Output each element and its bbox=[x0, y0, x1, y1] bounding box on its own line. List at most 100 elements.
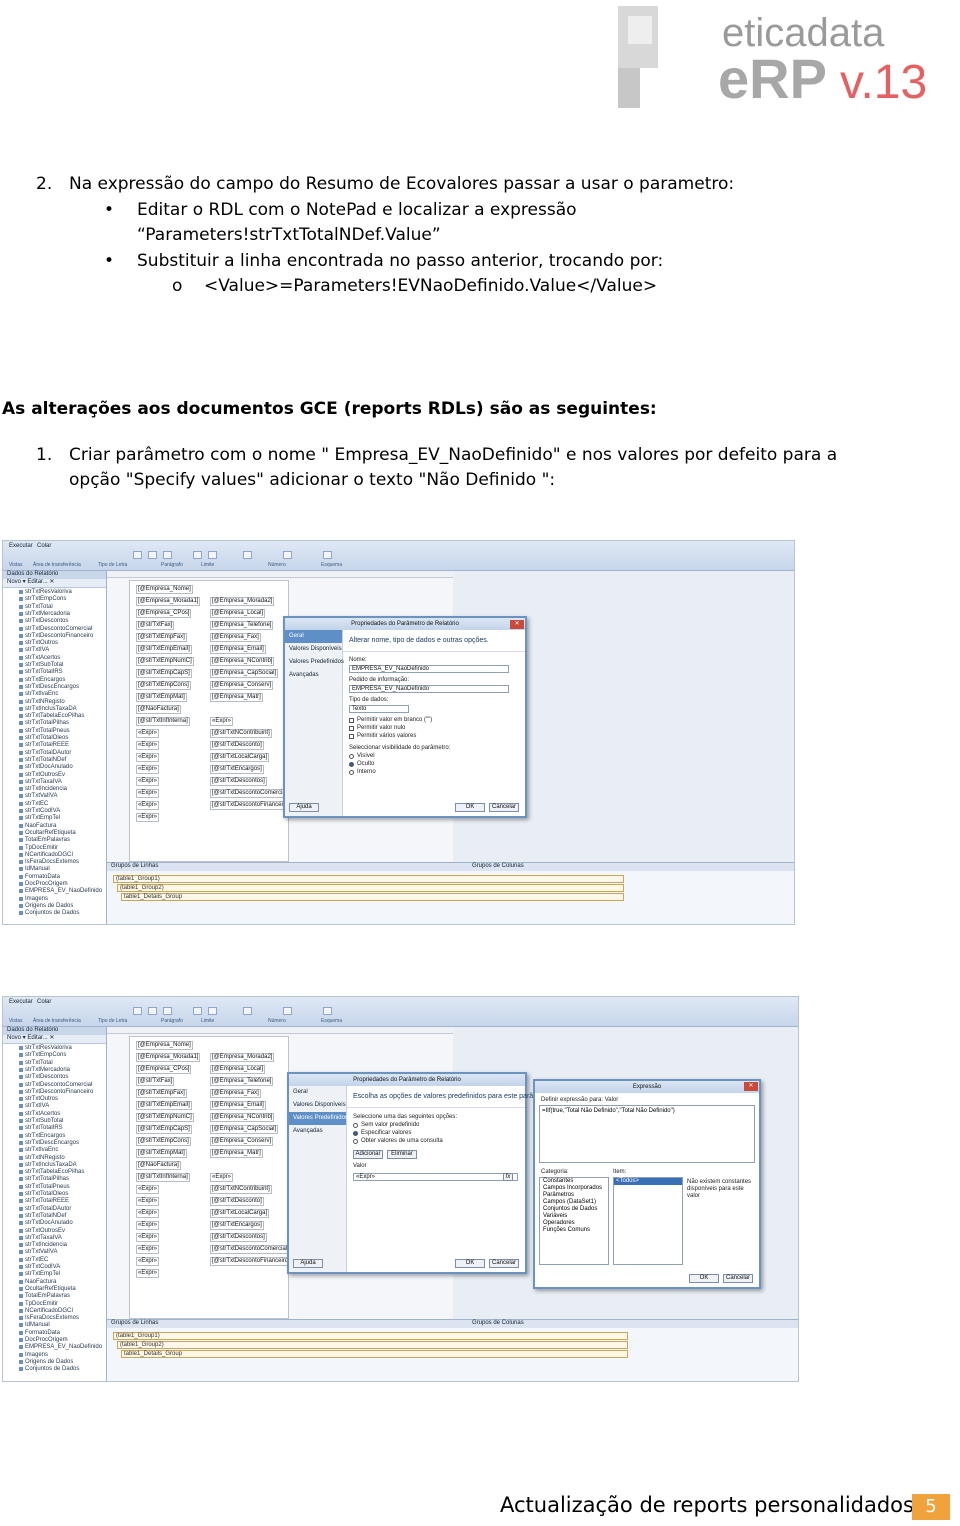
field-item[interactable]: IsFeraDocsExtemos bbox=[18, 859, 79, 866]
design-field[interactable]: [@strTxtNContribuint] bbox=[210, 1185, 272, 1194]
visible-radio[interactable] bbox=[349, 754, 354, 759]
design-field[interactable]: «Expr» bbox=[136, 777, 160, 786]
field-item[interactable]: strTxtTaxaIVA bbox=[19, 1235, 62, 1242]
design-field[interactable]: [@Empresa_CPos] bbox=[136, 1065, 192, 1074]
field-item[interactable]: strTxtSubTotal bbox=[18, 662, 63, 669]
field-item[interactable]: strTxtTabelaEcoPilhas bbox=[18, 1169, 84, 1176]
field-item[interactable]: strTxtEC bbox=[18, 1257, 48, 1264]
item-selected[interactable]: <Todos> bbox=[614, 1178, 682, 1185]
ribbon-button[interactable] bbox=[323, 1007, 332, 1015]
category-item[interactable]: Constantes bbox=[540, 1178, 608, 1185]
design-field[interactable]: [@strTxtFax] bbox=[136, 1077, 175, 1086]
field-item[interactable]: strTxtIncidencia bbox=[18, 786, 67, 793]
design-field[interactable]: «Expr» bbox=[136, 1221, 160, 1230]
field-item[interactable]: strTxtNRegisto bbox=[19, 699, 65, 706]
field-item[interactable]: TpDocEmitir bbox=[18, 1301, 58, 1308]
design-field[interactable]: [@strTxtEmpCons] bbox=[136, 681, 191, 690]
report-data-toolbar[interactable]: Novo ▾ Editar... ✕ bbox=[3, 1035, 106, 1044]
design-field[interactable]: [@strTxtEmpCapS] bbox=[136, 1125, 192, 1134]
field-item[interactable]: strTxtEncargos bbox=[18, 1133, 65, 1140]
ribbon-button[interactable] bbox=[163, 1007, 172, 1015]
field-item[interactable]: strTxtTotal bbox=[19, 604, 53, 611]
field-item[interactable]: strTxtDescEncargos bbox=[18, 684, 79, 691]
field-item[interactable]: FormatoData bbox=[18, 874, 60, 881]
field-item[interactable]: strTxtTaxaIVA bbox=[19, 779, 62, 786]
field-item[interactable]: NaoFactura bbox=[18, 1279, 56, 1286]
design-field[interactable]: «Expr» bbox=[136, 1233, 160, 1242]
design-field[interactable]: [@Empresa_Email] bbox=[210, 1101, 266, 1110]
field-item[interactable]: NCertificadoDGCI bbox=[18, 1308, 73, 1315]
ribbon-button[interactable] bbox=[208, 1007, 217, 1015]
ribbon-tab-executar[interactable]: Executar bbox=[9, 999, 33, 1006]
field-item[interactable]: strTxtTotalOleos bbox=[18, 1191, 68, 1198]
category-item[interactable]: Campos Incorporados bbox=[540, 1185, 608, 1192]
field-item[interactable]: strTxtOutrosEv bbox=[18, 772, 65, 779]
field-item[interactable]: EMPRESA_EV_NaoDefinido bbox=[18, 888, 102, 895]
design-field[interactable]: [@strTxtLocalCarga] bbox=[210, 753, 270, 762]
field-item[interactable]: DocProcOrigem bbox=[19, 1337, 68, 1344]
field-item[interactable]: strTxtTotalPilhas bbox=[18, 720, 69, 727]
remove-button[interactable]: Eliminar bbox=[387, 1150, 417, 1159]
design-field[interactable]: [@strTxtDesconto] bbox=[210, 1197, 264, 1206]
design-field[interactable]: [@Empresa_NContrib] bbox=[210, 1113, 275, 1122]
field-item[interactable]: strTxtDescontoComercial bbox=[18, 626, 92, 633]
design-field[interactable]: [@strTxtFax] bbox=[136, 621, 175, 630]
ribbon-tab-executar[interactable]: Executar bbox=[9, 543, 33, 550]
field-item[interactable]: strTxtEncargos bbox=[18, 677, 65, 684]
type-select[interactable]: Texto bbox=[349, 705, 409, 713]
field-item[interactable]: strTxtIVA bbox=[18, 647, 49, 654]
design-field[interactable]: [@Empresa_Morada1] bbox=[136, 1053, 201, 1062]
design-field[interactable]: «Expr» bbox=[136, 1185, 160, 1194]
field-item[interactable]: strTxtEmpCons bbox=[18, 596, 66, 603]
field-item[interactable]: OcultarRefEtiqueta bbox=[19, 1286, 76, 1293]
field-item[interactable]: strTxtAcertos bbox=[18, 1111, 60, 1118]
cancel-button[interactable]: Cancelar bbox=[489, 803, 519, 812]
ok-button[interactable]: OK bbox=[455, 803, 485, 812]
field-item[interactable]: strTxtIncidencia bbox=[18, 1242, 67, 1249]
design-field[interactable]: [@strTxtDescontoFinanceiro] bbox=[210, 1257, 292, 1266]
field-item[interactable]: strTxtResValoriva bbox=[19, 1045, 72, 1052]
field-item[interactable]: TotalEmPalavras bbox=[18, 837, 70, 844]
design-field[interactable]: [@Empresa_CPos] bbox=[136, 609, 192, 618]
nav-geral[interactable]: Geral bbox=[289, 1086, 346, 1099]
field-item[interactable]: Origens de Dados bbox=[18, 1359, 73, 1366]
field-item[interactable]: TpDocEmitir bbox=[18, 845, 58, 852]
ribbon-tab-colar[interactable]: Colar bbox=[37, 999, 51, 1006]
field-item[interactable]: OcultarRefEtiqueta bbox=[19, 830, 76, 837]
value-input[interactable]: «Expr» bbox=[353, 1173, 518, 1181]
design-field[interactable]: [@strTxtEmpFax] bbox=[136, 633, 187, 642]
field-item[interactable]: strTxtValIVA bbox=[18, 793, 57, 800]
ribbon-button[interactable] bbox=[208, 551, 217, 559]
ribbon-button[interactable] bbox=[193, 1007, 202, 1015]
design-field[interactable]: [@strTxtEmpNumC] bbox=[136, 1113, 194, 1122]
design-field[interactable]: [@Empresa_Morada2] bbox=[210, 597, 275, 606]
field-item[interactable]: strTxtIvaEnc bbox=[18, 1147, 58, 1154]
design-field[interactable]: [@strTxtDesconto] bbox=[210, 741, 264, 750]
ribbon-tab-colar[interactable]: Colar bbox=[37, 543, 51, 550]
internal-radio[interactable] bbox=[349, 770, 354, 775]
field-item[interactable]: strTxtNRegisto bbox=[19, 1155, 65, 1162]
group-row[interactable]: table1_Details_Group bbox=[121, 893, 624, 901]
ribbon-button[interactable] bbox=[323, 551, 332, 559]
group-row[interactable]: (table1_Group2) bbox=[117, 884, 624, 892]
category-item[interactable]: Campos (DataSet1) bbox=[540, 1199, 608, 1206]
field-item[interactable]: strTxtIvaEnc bbox=[18, 691, 58, 698]
field-item[interactable]: Origens de Dados bbox=[18, 903, 73, 910]
design-field[interactable]: «Expr» bbox=[136, 729, 160, 738]
cancel-button[interactable]: Cancelar bbox=[489, 1259, 519, 1268]
field-item[interactable]: Conjuntos de Dados bbox=[18, 910, 79, 917]
field-item[interactable]: strTxtTotalPneus bbox=[19, 1184, 70, 1191]
expression-icon[interactable]: fx bbox=[503, 1173, 513, 1181]
design-field[interactable]: [@Empresa_Fax] bbox=[210, 633, 261, 642]
field-item[interactable]: TotalEmPalavras bbox=[18, 1293, 70, 1300]
design-field[interactable]: [@Empresa_Nome] bbox=[136, 1041, 193, 1050]
ribbon-button[interactable] bbox=[283, 1007, 292, 1015]
field-item[interactable]: strTxtOutros bbox=[18, 1096, 58, 1103]
design-field[interactable]: [@strTxtEmpNumC] bbox=[136, 657, 194, 666]
field-item[interactable]: strTxtDescontoFinanceiro bbox=[18, 1089, 93, 1096]
design-field[interactable]: [@Empresa_Morada2] bbox=[210, 1053, 275, 1062]
ribbon-button[interactable] bbox=[243, 551, 252, 559]
field-item[interactable]: strTxtInclusTaxaDA bbox=[19, 1162, 77, 1169]
report-page[interactable]: [@Empresa_Nome] [@Empresa_Morada1] [@Empre… bbox=[129, 580, 292, 862]
design-field[interactable]: [@strTxtEmpCons] bbox=[136, 1137, 191, 1146]
